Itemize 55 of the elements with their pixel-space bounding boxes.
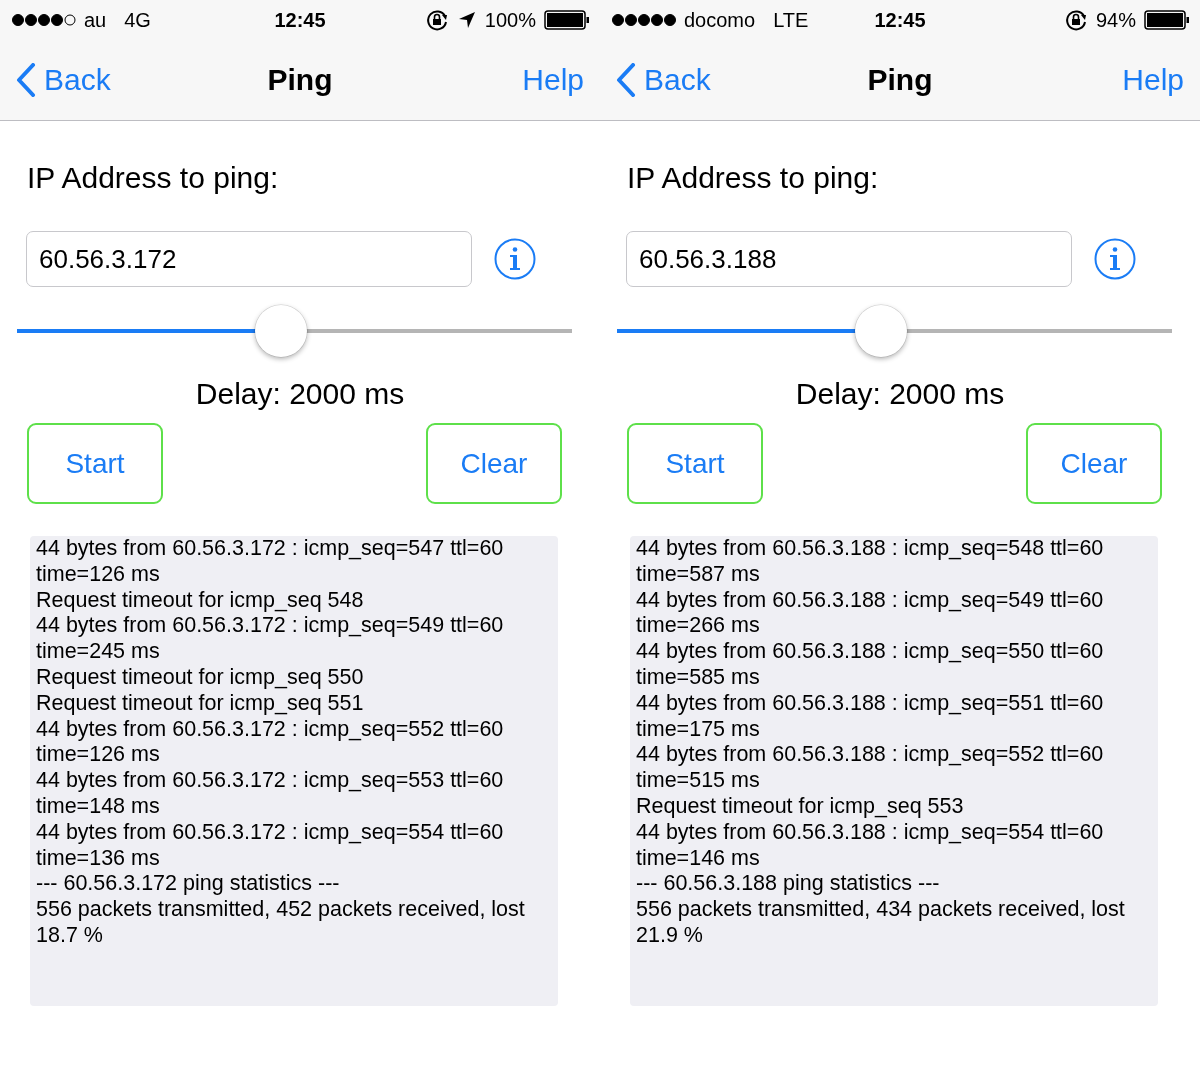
log-entry: 44 bytes from 60.56.3.172 : icmp_seq=547 ttl=60 time=126 ms [36,536,505,588]
log-entry: 44 bytes from 60.56.3.188 : icmp_seq=551 ttl=60 time=175 ms [636,690,1105,743]
help-button[interactable]: Help [522,63,584,97]
rotation-lock-icon [424,8,449,32]
log-entry: 556 packets transmitted, 434 packets received, lost 21.9 % [636,897,1126,949]
clock: 12:45 [274,8,326,32]
log-entry: 44 bytes from 60.56.3.188 : icmp_seq=550 ttl=60 time=585 ms [636,639,1105,691]
log-entry: 44 bytes from 60.56.3.188 : icmp_seq=552 ttl=60 time=515 ms [636,742,1105,794]
back-button[interactable]: Back [616,63,711,97]
log-entry: Request timeout for icmp_seq 551 [36,690,365,717]
ip-address-field[interactable]: 60.56.3.188 [626,231,1072,287]
delay-slider[interactable] [617,305,1172,357]
field-label: IP Address to ping: [627,161,879,195]
log-entry: 44 bytes from 60.56.3.172 : icmp_seq=553 ttl=60 time=148 ms [36,768,505,820]
clock: 12:45 [874,8,926,32]
carrier-name: docomo [684,8,756,32]
chevron-icon [616,63,636,97]
carrier-name: au [84,8,107,32]
log-entry: 44 bytes from 60.56.3.172 : icmp_seq=549 ttl=60 time=245 ms [36,613,505,665]
screen-title: Ping [267,63,333,97]
ip-address-field[interactable]: 60.56.3.172 [26,231,472,287]
network-type: 4G [124,8,151,32]
clear-button[interactable]: Clear [1026,423,1162,504]
battery-percentage: 94% [1095,8,1136,32]
log-entry: --- 60.56.3.172 ping statistics --- [36,871,341,898]
delay-label: Delay: 2000 ms [195,377,405,411]
log-entry: 556 packets transmitted, 452 packets received, lost 18.7 % [36,897,526,949]
rotation-lock-icon [1063,8,1088,32]
battery-percentage: 100% [484,8,536,32]
battery-icon [544,10,590,30]
log-entry: 44 bytes from 60.56.3.188 : icmp_seq=554 ttl=60 time=146 ms [636,819,1105,872]
screen-title: Ping [867,63,933,97]
battery-icon [1144,10,1190,30]
log-entry: 44 bytes from 60.56.3.188 : icmp_seq=549 ttl=60 time=266 ms [636,587,1105,640]
delay-slider[interactable] [17,305,572,357]
log-entry: Request timeout for icmp_seq 548 [36,587,365,614]
info-icon[interactable] [1094,238,1136,280]
start-button[interactable]: Start [27,423,163,504]
log-entry: --- 60.56.3.188 ping statistics --- [636,871,941,898]
delay-label: Delay: 2000 ms [795,377,1005,411]
back-button[interactable]: Back [16,63,111,97]
network-type: LTE [773,8,809,32]
slider-thumb[interactable] [254,305,307,357]
field-label: IP Address to ping: [27,161,279,195]
help-button[interactable]: Help [1122,63,1184,97]
log-entry: 44 bytes from 60.56.3.172 : icmp_seq=554 ttl=60 time=136 ms [36,819,505,872]
info-icon[interactable] [494,238,536,280]
clear-button[interactable]: Clear [426,423,562,504]
start-button[interactable]: Start [627,423,763,504]
log-entry: 44 bytes from 60.56.3.172 : icmp_seq=552 ttl=60 time=126 ms [36,716,505,769]
log-entry: Request timeout for icmp_seq 550 [36,665,365,691]
log-entry: 44 bytes from 60.56.3.188 : icmp_seq=548 ttl=60 time=587 ms [636,536,1105,588]
chevron-icon [16,63,36,97]
slider-thumb[interactable] [854,305,907,357]
log-entry: Request timeout for icmp_seq 553 [636,793,965,820]
